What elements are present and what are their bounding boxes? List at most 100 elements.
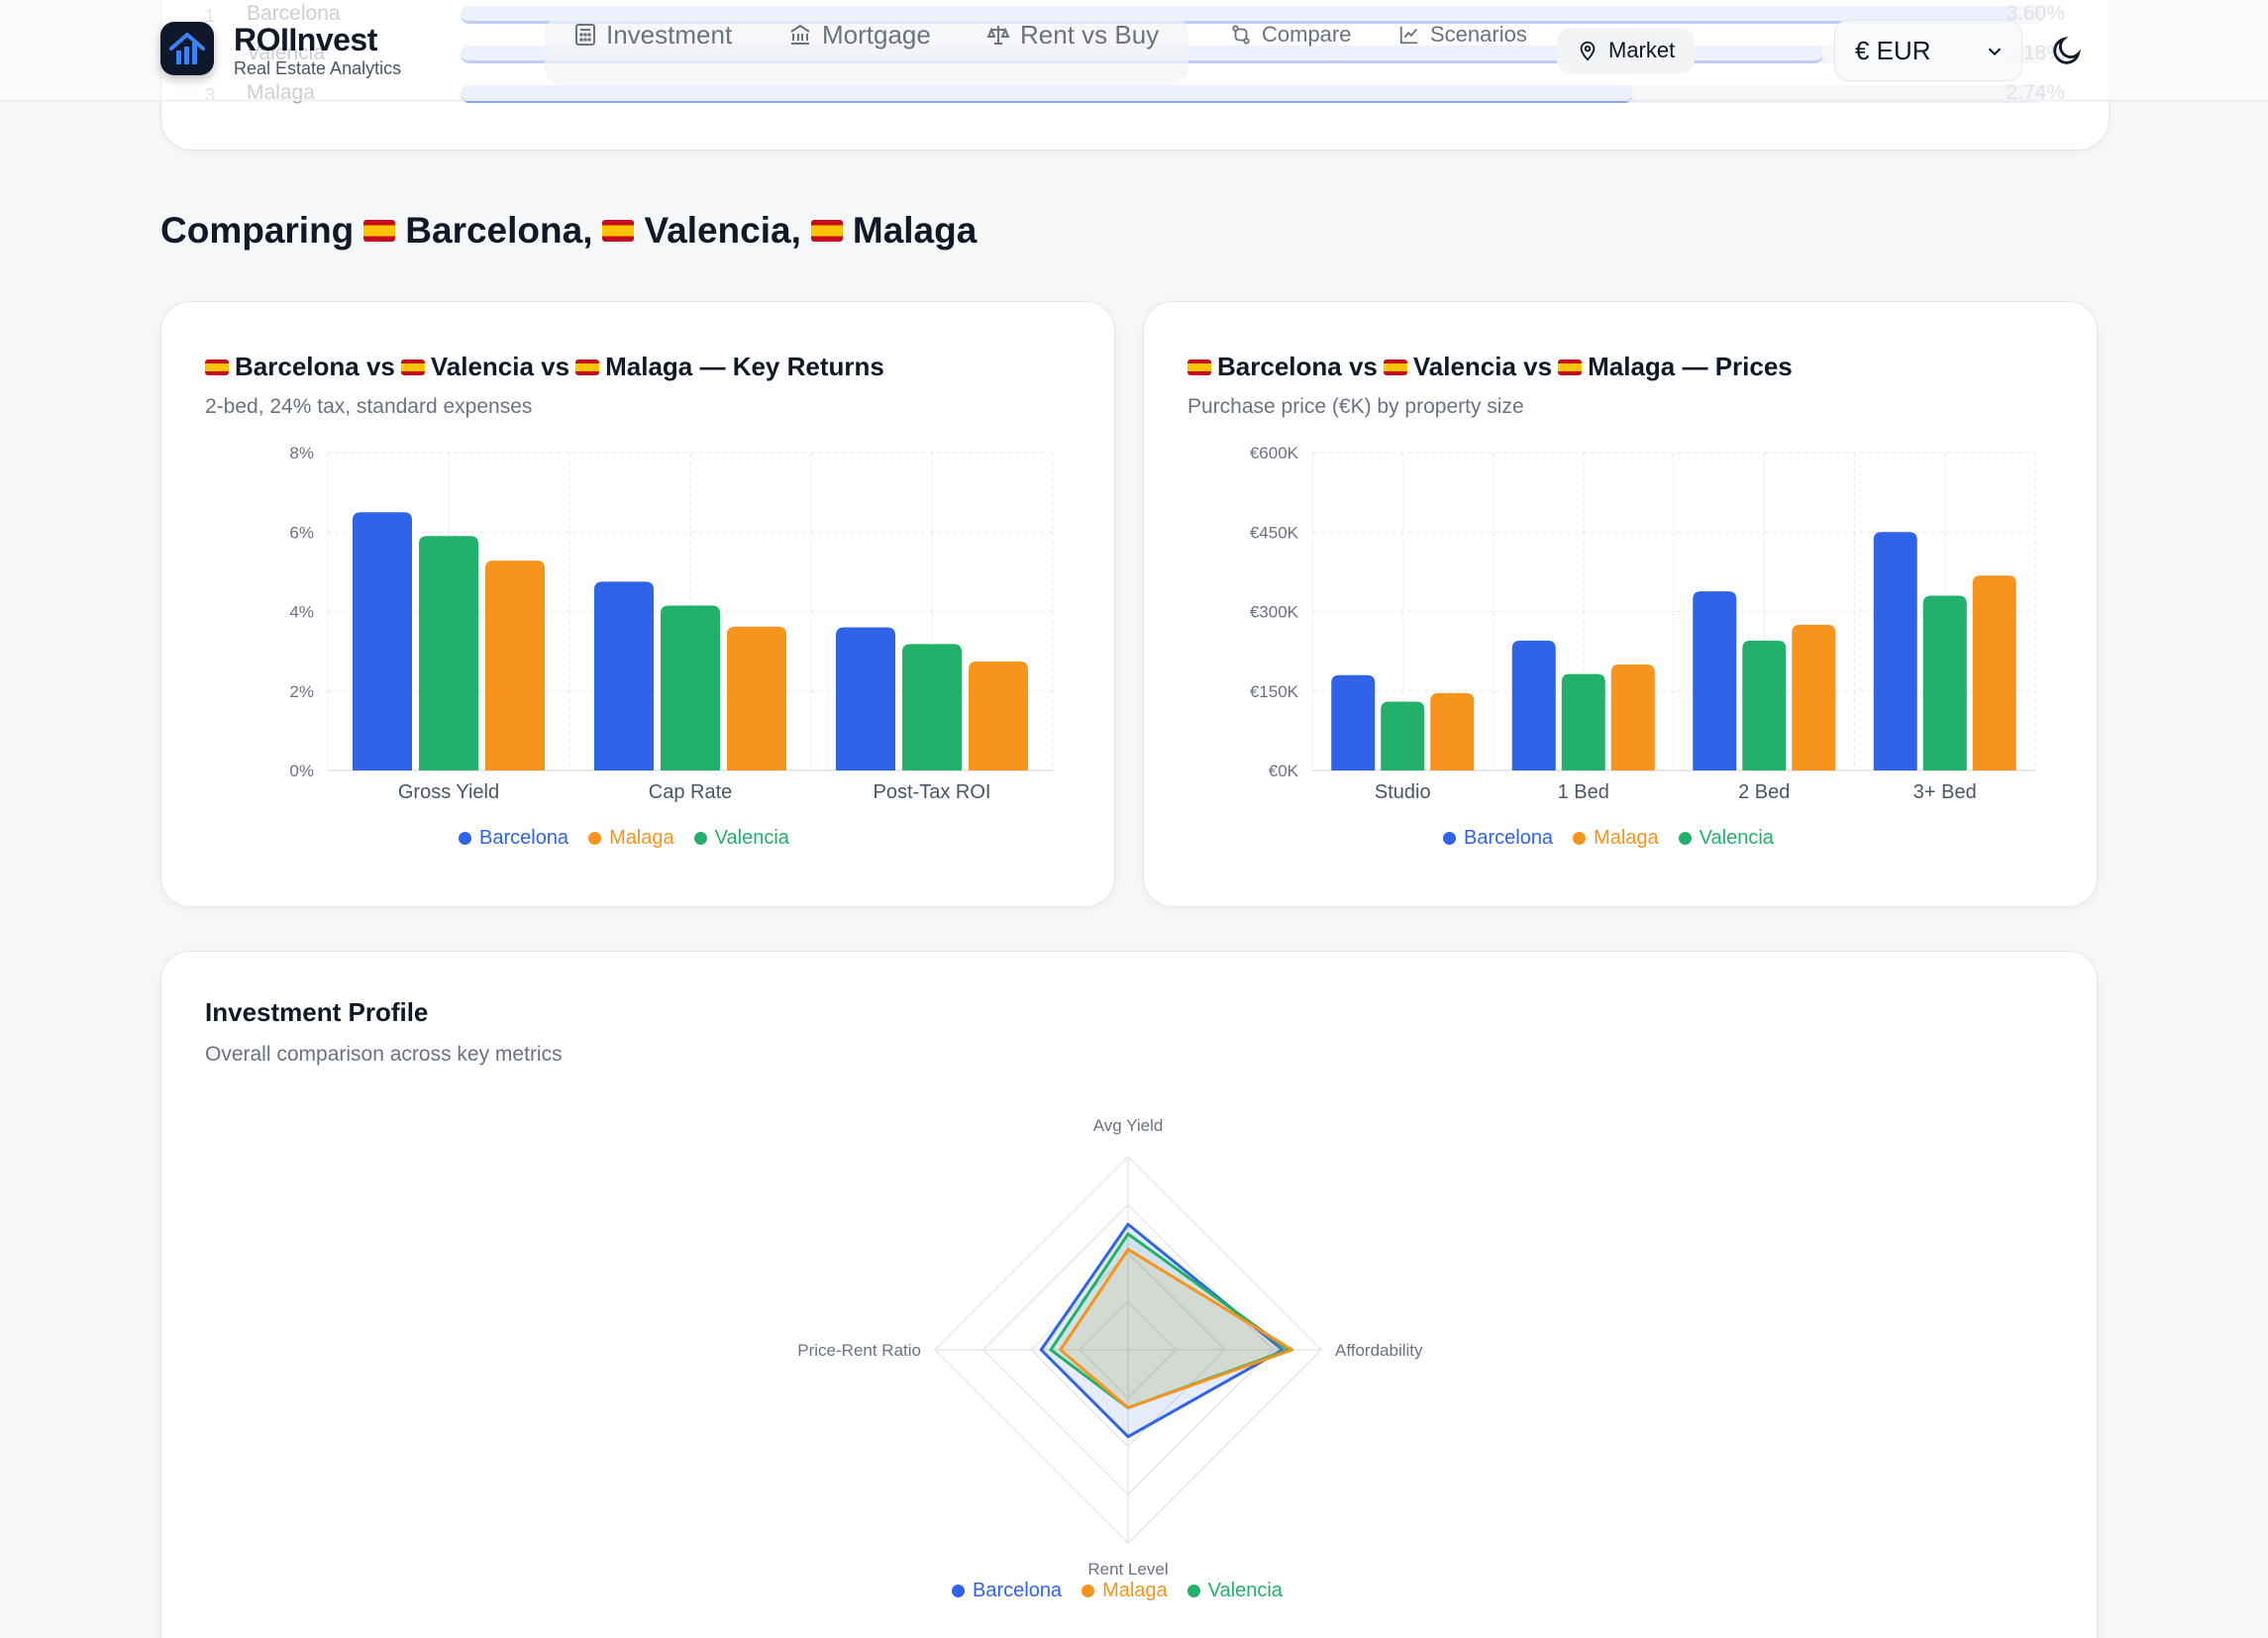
- y-tick-label: €150K: [1250, 682, 1299, 701]
- legend-item-malaga[interactable]: Malaga: [1573, 827, 1659, 850]
- bar-valencia: [1561, 673, 1605, 770]
- investment-profile-card: Investment Profile Overall comparison ac…: [160, 951, 2098, 1638]
- legend-item-valencia[interactable]: Valencia: [1186, 1580, 1283, 1602]
- x-tick-label: 2 Bed: [1738, 781, 1790, 803]
- legend-dot: [952, 1585, 965, 1597]
- bar-malaga: [1610, 665, 1655, 770]
- legend-item-valencia[interactable]: Valencia: [693, 827, 789, 850]
- spain-flag-icon: [810, 220, 843, 242]
- legend-label: Valencia: [714, 827, 789, 849]
- legend-dot: [1443, 832, 1456, 845]
- spain-flag-icon: [602, 220, 635, 242]
- legend-dot: [459, 832, 471, 845]
- comparison-heading: Comparing Barcelona, Valencia, Malaga: [160, 210, 977, 252]
- nav-investment[interactable]: Investment: [574, 0, 732, 69]
- bar-malaga: [1972, 575, 2016, 770]
- nav-scenarios-label: Scenarios: [1430, 22, 1527, 47]
- investment-profile-radar: Avg Yield Affordability Rent Level Price-Re…: [797, 1116, 1423, 1579]
- bar-valencia: [661, 605, 720, 770]
- chart-legend: Barcelona Malaga Valencia: [1443, 827, 1774, 850]
- legend-label: Barcelona: [973, 1580, 1063, 1601]
- y-tick-label: €0K: [1269, 762, 1299, 780]
- bar-malaga: [727, 626, 786, 770]
- compare-arrows-icon: [1232, 25, 1250, 45]
- bar-valencia: [1381, 701, 1425, 770]
- bar-valencia: [1922, 595, 1967, 770]
- y-tick-label: 0%: [289, 762, 314, 780]
- currency-value: € EUR: [1855, 35, 1931, 65]
- bar-barcelona: [1873, 532, 1917, 770]
- moon-icon[interactable]: [2050, 34, 2084, 67]
- legend-dot: [1186, 1585, 1200, 1597]
- chevron-down-icon: [1988, 48, 2002, 56]
- legend-label: Malaga: [1102, 1580, 1168, 1601]
- bar-valencia: [419, 536, 478, 770]
- legend-label: Barcelona: [1464, 827, 1554, 849]
- x-tick-label: Studio: [1375, 781, 1431, 803]
- prices-chart: €0K €150K €300K €450K €600K Studio 1 Bed 2 Bed 3…: [1250, 444, 2036, 803]
- bar-malaga: [1430, 692, 1475, 770]
- chart-legend: Barcelona Malaga Valencia: [459, 827, 789, 850]
- x-tick-label: 3+ Bed: [1913, 781, 1977, 803]
- legend-dot: [1678, 832, 1692, 845]
- comparison-city: Malaga: [852, 210, 978, 251]
- legend-dot: [588, 832, 602, 845]
- y-tick-label: 4%: [289, 603, 314, 622]
- nav-compare[interactable]: Compare: [1230, 0, 1351, 69]
- x-tick-label: Post-Tax ROI: [874, 781, 991, 803]
- comparison-city: Barcelona,: [405, 210, 593, 251]
- map-pin-icon: [1580, 41, 1596, 61]
- bar-malaga: [485, 561, 545, 770]
- legend-item-barcelona[interactable]: Barcelona: [459, 827, 568, 850]
- bar-barcelona: [1331, 674, 1376, 770]
- brand-tagline: Real Estate Analytics: [234, 58, 402, 78]
- house-chart-icon: [169, 33, 205, 64]
- legend-dot: [1573, 832, 1587, 845]
- currency-select[interactable]: € EUR: [1834, 20, 2022, 81]
- bank-icon: [790, 24, 810, 45]
- legend-label: Valencia: [1207, 1580, 1283, 1601]
- legend-item-barcelona[interactable]: Barcelona: [952, 1580, 1062, 1602]
- comparison-city: Valencia,: [644, 210, 801, 251]
- comparison-prefix: Comparing: [160, 210, 355, 251]
- x-tick-label: Gross Yield: [398, 781, 499, 803]
- logo[interactable]: [160, 22, 214, 75]
- legend-item-malaga[interactable]: Malaga: [588, 827, 674, 850]
- y-tick-label: 8%: [289, 444, 314, 462]
- brand-name: ROIInvest: [234, 22, 377, 57]
- y-tick-label: €600K: [1250, 444, 1299, 462]
- key-returns-chart: 0% 2% 4% 6% 8% Gross Yield Cap Rate Post-Tax RO…: [289, 444, 1054, 803]
- legend-item-malaga[interactable]: Malaga: [1082, 1580, 1168, 1602]
- legend-dot: [693, 832, 707, 845]
- radar-axis-label: Rent Level: [1087, 1560, 1168, 1579]
- legend-item-valencia[interactable]: Valencia: [1678, 827, 1774, 850]
- calculator-icon: [575, 24, 595, 46]
- nav-rent-vs-buy[interactable]: Rent vs Buy: [986, 0, 1159, 69]
- nav-scenarios[interactable]: Scenarios: [1398, 0, 1527, 69]
- bar-malaga: [969, 662, 1028, 770]
- bar-barcelona: [594, 581, 654, 770]
- legend-label: Malaga: [609, 827, 674, 849]
- top-navbar: ROIInvest Real Estate Analytics Investme…: [0, 0, 2268, 101]
- prices-card: Barcelona vs Valencia vs Malaga — Prices…: [1143, 301, 2098, 907]
- x-tick-label: Cap Rate: [649, 781, 733, 803]
- legend-item-barcelona[interactable]: Barcelona: [1443, 827, 1553, 850]
- nav-mortgage-label: Mortgage: [822, 19, 931, 50]
- y-tick-label: 6%: [289, 523, 314, 542]
- radar-axis-label: Affordability: [1335, 1341, 1423, 1360]
- x-tick-label: 1 Bed: [1558, 781, 1609, 803]
- bar-barcelona: [836, 627, 895, 770]
- nav-market[interactable]: Market: [1557, 28, 1696, 73]
- nav-mortgage[interactable]: Mortgage: [788, 0, 931, 69]
- chart-legend: Barcelona Malaga Valencia: [952, 1580, 1283, 1602]
- line-chart-icon: [1399, 26, 1418, 45]
- scale-icon: [986, 26, 1010, 45]
- nav-market-label: Market: [1608, 38, 1676, 62]
- radar-axis-label: Avg Yield: [1093, 1116, 1164, 1135]
- y-tick-label: 2%: [289, 682, 314, 701]
- legend-dot: [1082, 1585, 1095, 1597]
- bar-barcelona: [1511, 640, 1556, 770]
- nav-rent-vs-buy-label: Rent vs Buy: [1020, 19, 1160, 50]
- nav-compare-label: Compare: [1262, 22, 1352, 47]
- bar-valencia: [1742, 640, 1787, 770]
